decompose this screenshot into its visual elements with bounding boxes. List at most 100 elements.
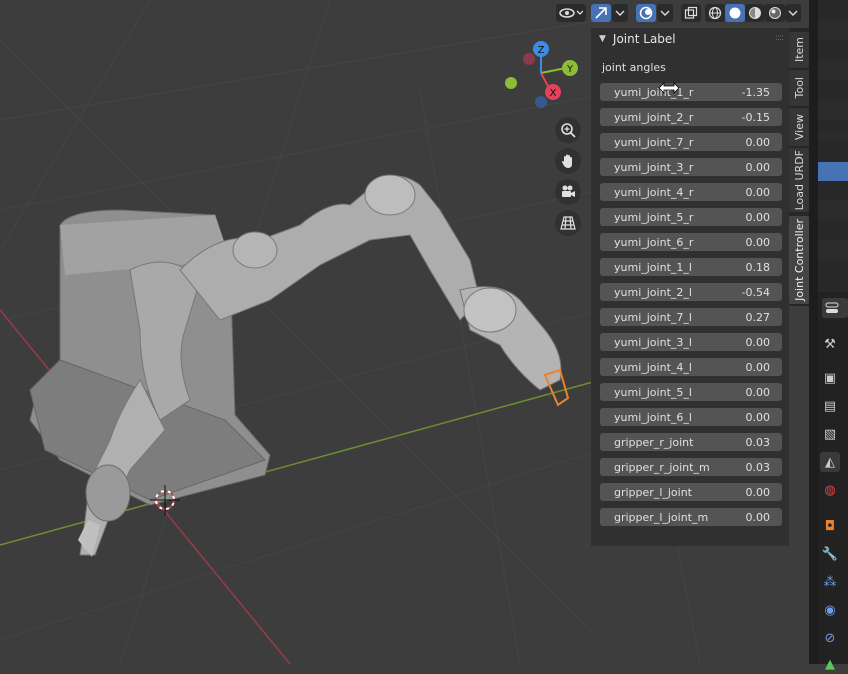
scene-icon[interactable]: ◭ — [820, 452, 840, 472]
physics-icon[interactable]: ◉ — [820, 600, 840, 620]
render-icon[interactable]: ▣ — [820, 368, 840, 388]
outliner[interactable] — [818, 0, 848, 292]
gizmo-y-label: Y — [566, 64, 574, 75]
resize-cursor-icon — [658, 82, 680, 94]
wireframe-shading-icon[interactable] — [705, 4, 725, 22]
joint-name: gripper_r_joint_m — [614, 460, 710, 474]
joint-name: yumi_joint_1_r — [614, 85, 694, 99]
editor-type-toggle-icon[interactable] — [822, 298, 848, 318]
xray-icon[interactable] — [681, 4, 701, 22]
camera-icon[interactable] — [555, 179, 581, 205]
joint-name: yumi_joint_5_l — [614, 385, 692, 399]
joint-name: yumi_joint_7_l — [614, 310, 692, 324]
particles-icon[interactable]: ⁂ — [820, 572, 840, 592]
robot-model[interactable] — [29, 174, 570, 557]
object-icon[interactable]: ◘ — [820, 516, 840, 536]
gizmo-neg-y[interactable] — [505, 77, 517, 89]
joint-value: 0.00 — [745, 135, 771, 149]
pan-hand-icon[interactable] — [555, 148, 581, 174]
material-shading-icon[interactable] — [745, 4, 765, 22]
joint-slider[interactable]: yumi_joint_2_l -0.54 — [600, 283, 782, 301]
grid-ortho-icon[interactable] — [555, 210, 581, 236]
joint-value: 0.18 — [745, 260, 771, 274]
joint-slider[interactable]: yumi_joint_7_r 0.00 — [600, 133, 782, 151]
panel-title: Joint Label — [612, 32, 676, 46]
joint-slider[interactable]: yumi_joint_2_r -0.15 — [600, 108, 782, 126]
joint-name: yumi_joint_3_r — [614, 160, 694, 174]
joint-slider[interactable]: gripper_r_joint 0.03 — [600, 433, 782, 451]
joint-value: 0.00 — [745, 410, 771, 424]
tab-label: View — [792, 113, 806, 141]
sidebar-tabs: Item Tool View Load URDF Joint Controller — [789, 28, 809, 306]
tab-view[interactable]: View — [789, 108, 809, 146]
gizmo-neg-x[interactable] — [523, 53, 535, 65]
navigation-gizmo[interactable]: Z Y X — [505, 41, 578, 108]
joint-slider[interactable]: yumi_joint_4_r 0.00 — [600, 183, 782, 201]
joint-name: yumi_joint_6_l — [614, 410, 692, 424]
joint-slider[interactable]: yumi_joint_4_l 0.00 — [600, 358, 782, 376]
outliner-row-selected[interactable] — [818, 162, 848, 181]
tool-icon[interactable]: ⚒ — [820, 334, 840, 354]
joint-slider[interactable]: yumi_joint_7_l 0.27 — [600, 308, 782, 326]
tab-tool[interactable]: Tool — [789, 70, 809, 106]
overlay-toggle-icon[interactable] — [636, 4, 656, 22]
joint-slider[interactable]: yumi_joint_3_r 0.00 — [600, 158, 782, 176]
joint-name: gripper_l_joint_m — [614, 510, 709, 524]
outliner-row[interactable] — [818, 100, 848, 120]
outliner-row[interactable] — [818, 20, 848, 40]
collapse-triangle-icon[interactable]: ▼ — [599, 34, 606, 44]
modifier-icon[interactable]: 🔧 — [820, 544, 840, 564]
joint-name: gripper_l_joint — [614, 485, 692, 499]
zoom-icon[interactable] — [555, 117, 581, 143]
joint-slider[interactable]: yumi_joint_1_l 0.18 — [600, 258, 782, 276]
joint-slider[interactable]: yumi_joint_3_l 0.00 — [600, 333, 782, 351]
joint-value: 0.00 — [745, 335, 771, 349]
view-layer-icon[interactable]: ▧ — [820, 424, 840, 444]
properties-tabs: ⚒ ▣ ▤ ▧ ◭ ◍ ◘ 🔧 ⁂ ◉ ⊘ ▲ — [818, 292, 848, 672]
chevron-down-icon[interactable] — [657, 4, 673, 22]
joint-slider[interactable]: yumi_joint_1_r -1.35 — [600, 83, 782, 101]
gizmo-toggle-icon[interactable] — [591, 4, 611, 22]
constraints-icon[interactable]: ⊘ — [820, 628, 840, 648]
joint-value: -1.35 — [741, 85, 770, 99]
data-icon[interactable]: ▲ — [820, 654, 840, 674]
joint-slider[interactable]: yumi_joint_6_r 0.00 — [600, 233, 782, 251]
joint-name: yumi_joint_2_r — [614, 110, 694, 124]
joint-slider[interactable]: yumi_joint_6_l 0.00 — [600, 408, 782, 426]
tab-load-urdf[interactable]: Load URDF — [789, 148, 809, 212]
joint-slider[interactable]: gripper_l_joint 0.00 — [600, 483, 782, 501]
tab-item[interactable]: Item — [789, 32, 809, 68]
solid-shading-icon[interactable] — [725, 4, 745, 22]
joint-name: yumi_joint_3_l — [614, 335, 692, 349]
chevron-down-icon[interactable] — [785, 4, 801, 22]
joint-value: 0.00 — [745, 235, 771, 249]
tab-label: Item — [792, 37, 806, 63]
outliner-row[interactable] — [818, 60, 848, 80]
joint-value: 0.27 — [745, 310, 771, 324]
joint-slider[interactable]: yumi_joint_5_r 0.00 — [600, 208, 782, 226]
outliner-row[interactable] — [818, 132, 848, 140]
panel-header-joint-label[interactable]: ▼ Joint Label :::: — [591, 28, 789, 50]
section-label: joint angles — [602, 61, 666, 74]
tab-joint-controller[interactable]: Joint Controller — [789, 216, 809, 304]
outliner-row[interactable] — [818, 240, 848, 260]
drag-grip-icon[interactable]: :::: — [775, 33, 784, 43]
joint-value: 0.00 — [745, 485, 771, 499]
joint-value: 0.00 — [745, 160, 771, 174]
sidebar-panel: ▼ Joint Label :::: joint angles yumi_joi… — [591, 28, 789, 546]
joint-slider[interactable]: yumi_joint_5_l 0.00 — [600, 383, 782, 401]
joint-value: 0.00 — [745, 360, 771, 374]
joint-value: 0.00 — [745, 510, 771, 524]
view-eye-icon[interactable] — [556, 4, 586, 22]
joint-slider[interactable]: gripper_r_joint_m 0.03 — [600, 458, 782, 476]
gizmo-x-label: X — [550, 88, 557, 99]
gizmo-neg-z[interactable] — [535, 96, 547, 108]
joint-slider[interactable]: gripper_l_joint_m 0.00 — [600, 508, 782, 526]
world-icon[interactable]: ◍ — [820, 480, 840, 500]
chevron-down-icon[interactable] — [612, 4, 628, 22]
gizmo-z-label: Z — [538, 45, 545, 56]
output-icon[interactable]: ▤ — [820, 396, 840, 416]
joint-value: -0.54 — [741, 285, 770, 299]
outliner-row[interactable] — [818, 200, 848, 220]
rendered-shading-icon[interactable] — [765, 4, 785, 22]
